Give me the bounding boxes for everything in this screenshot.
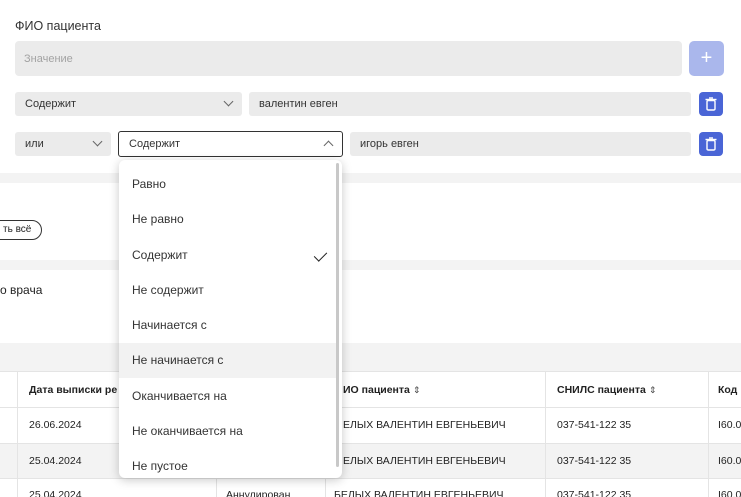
cell-name: БЕЛЫХ ВАЛЕНТИН ЕВГЕНЬЕВИЧ: [334, 489, 504, 497]
section-band: [0, 343, 741, 371]
table-divider: [0, 443, 741, 444]
column-divider: [17, 371, 18, 497]
operator-select-1[interactable]: Содержит: [15, 92, 242, 116]
operator-select-1-label: Содержит: [25, 98, 77, 110]
sort-icon: ⇕: [648, 385, 657, 395]
value-input[interactable]: [15, 41, 682, 76]
cell-date: 26.06.2024: [29, 419, 82, 431]
column-header-code[interactable]: Код: [718, 384, 737, 396]
dropdown-option-not-equals[interactable]: Не равно: [119, 202, 336, 237]
section-band: [0, 173, 741, 183]
column-divider: [545, 371, 546, 497]
check-icon: [313, 248, 328, 262]
cell-status: Аннулирован: [226, 489, 291, 497]
dropdown-option-contains[interactable]: Содержит: [119, 238, 336, 273]
dropdown-option-not-starts-with[interactable]: Не начинается с: [119, 343, 336, 378]
column-header-discharge-date[interactable]: Дата выписки ре: [29, 384, 117, 396]
column-header-patient-name[interactable]: ИО пациента ⇕: [343, 384, 420, 396]
cell-snils: 037-541-122 35: [557, 455, 632, 467]
column-header-snils[interactable]: СНИЛС пациента ⇕: [557, 384, 656, 396]
trash-icon: [705, 137, 717, 151]
dropdown-option-contains-label: Содержит: [132, 248, 188, 262]
trash-icon: [705, 97, 717, 111]
sort-icon: ⇕: [412, 385, 421, 395]
section-band: [0, 260, 741, 270]
connector-select-label: или: [25, 138, 44, 150]
filter-title: ФИО пациента: [15, 19, 101, 33]
cell-snils: 037-541-122 35: [557, 419, 632, 431]
doctor-label: о врача: [0, 283, 43, 297]
cell-date: 25.04.2024: [29, 489, 82, 497]
table-divider: [0, 407, 741, 408]
cell-snils: 037-541-122 35: [557, 489, 632, 497]
condition-value-2[interactable]: игорь евген: [350, 132, 691, 156]
dropdown-option-equals[interactable]: Равно: [119, 167, 336, 202]
dropdown-option-not-empty[interactable]: Не пустое: [119, 449, 336, 478]
cell-name: ЕЛЫХ ВАЛЕНТИН ЕВГЕНЬЕВИЧ: [343, 455, 506, 467]
delete-condition-2-button[interactable]: [699, 132, 723, 156]
cell-code: I60.0: [718, 489, 741, 497]
operator-dropdown-menu: Равно Не равно Содержит Не содержит Начи…: [119, 160, 342, 478]
select-all-button[interactable]: ть всё: [0, 220, 42, 240]
cell-date: 25.04.2024: [29, 455, 82, 467]
dropdown-option-not-contains[interactable]: Не содержит: [119, 273, 336, 308]
operator-select-2-label: Содержит: [129, 138, 181, 150]
operator-select-2[interactable]: Содержит: [118, 131, 343, 157]
chevron-down-icon: [223, 96, 234, 107]
column-divider: [708, 371, 709, 497]
cell-name: ЕЛЫХ ВАЛЕНТИН ЕВГЕНЬЕВИЧ: [343, 419, 506, 431]
delete-condition-1-button[interactable]: [699, 92, 723, 116]
table-divider: [0, 478, 741, 479]
dropdown-option-ends-with[interactable]: Оканчивается на: [119, 379, 336, 414]
table-divider: [0, 371, 741, 372]
chevron-up-icon: [323, 140, 334, 151]
connector-select[interactable]: или: [15, 132, 111, 156]
condition-value-1[interactable]: валентин евген: [249, 92, 691, 116]
column-header-snils-label: СНИЛС пациента: [557, 384, 646, 396]
dropdown-scrollbar[interactable]: [336, 163, 339, 467]
add-condition-button[interactable]: +: [689, 41, 724, 76]
column-header-patient-name-label: ИО пациента: [343, 384, 410, 396]
dropdown-option-not-ends-with[interactable]: Не оканчивается на: [119, 414, 336, 449]
cell-code: I60.0: [718, 455, 741, 467]
chevron-down-icon: [92, 136, 103, 147]
dropdown-option-starts-with[interactable]: Начинается с: [119, 308, 336, 343]
cell-code: I60.0: [718, 419, 741, 431]
